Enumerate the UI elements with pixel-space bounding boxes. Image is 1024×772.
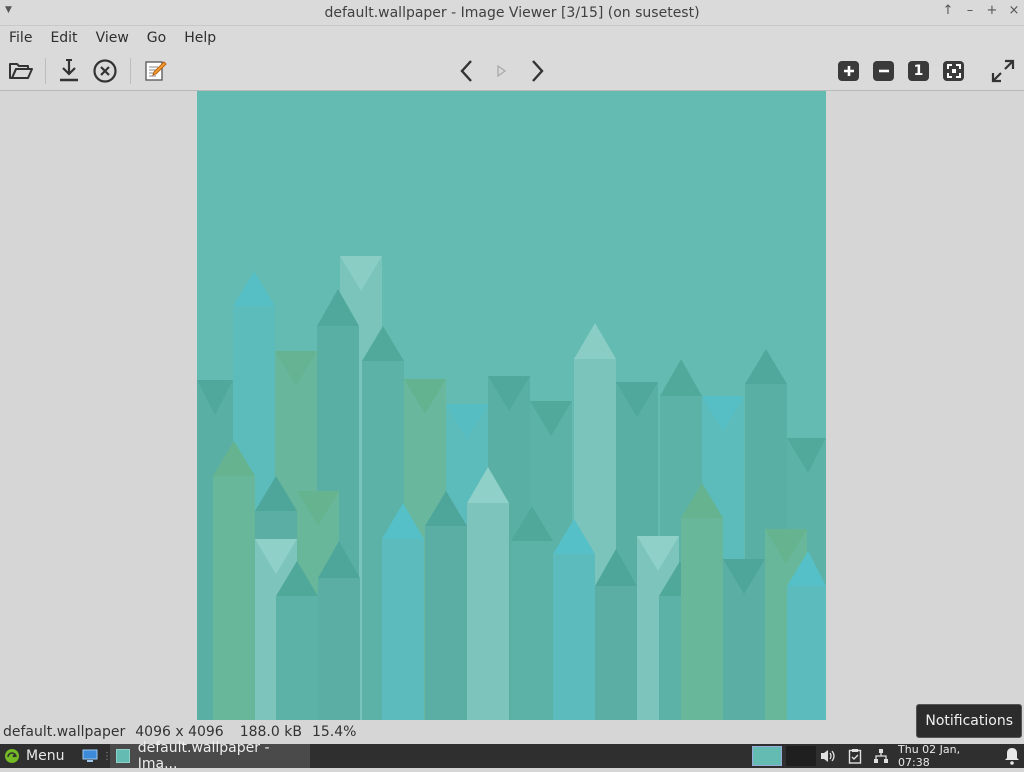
wallpaper-image bbox=[197, 91, 826, 720]
volume-icon bbox=[821, 750, 835, 762]
close-button[interactable]: × bbox=[1006, 3, 1022, 18]
fullscreen-button[interactable] bbox=[988, 56, 1018, 86]
menu-view[interactable]: View bbox=[87, 30, 138, 46]
workspace-thumbnail bbox=[752, 746, 782, 766]
zoom-in-icon bbox=[843, 66, 854, 76]
next-icon bbox=[532, 60, 544, 82]
desktop-icon bbox=[82, 749, 98, 762]
zoom-out-button[interactable] bbox=[873, 61, 894, 81]
status-zoom: 15.4% bbox=[311, 724, 357, 740]
bell-icon bbox=[1005, 748, 1019, 765]
edit-button[interactable] bbox=[140, 56, 170, 86]
close-image-icon bbox=[93, 59, 117, 83]
menu-go[interactable]: Go bbox=[138, 30, 175, 46]
open-button[interactable] bbox=[6, 56, 36, 86]
show-desktop-button[interactable] bbox=[82, 749, 98, 763]
status-filename: default.wallpaper bbox=[3, 724, 126, 740]
menu-edit[interactable]: Edit bbox=[41, 30, 86, 46]
notifications-tooltip: Notifications bbox=[916, 704, 1022, 738]
status-dimensions: 4096 x 4096 bbox=[135, 724, 224, 740]
menu-bar: File Edit View Go Help bbox=[0, 26, 1024, 50]
network-button[interactable] bbox=[871, 744, 891, 768]
toolbar-separator bbox=[45, 58, 46, 84]
zoom-out-icon bbox=[878, 69, 889, 73]
clipboard-icon bbox=[848, 749, 862, 764]
save-button[interactable] bbox=[54, 56, 84, 86]
folder-open-icon bbox=[9, 63, 33, 79]
start-menu-label: Menu bbox=[26, 748, 65, 764]
maximize-button[interactable]: + bbox=[984, 3, 1000, 18]
volume-button[interactable] bbox=[818, 744, 838, 768]
wallpaper-artwork bbox=[197, 91, 826, 720]
menu-help[interactable]: Help bbox=[175, 30, 225, 46]
opensuse-logo-icon bbox=[5, 749, 19, 763]
zoom-in-button[interactable] bbox=[838, 61, 859, 81]
taskbar-task-image-viewer[interactable]: default.wallpaper - Ima... bbox=[110, 740, 310, 772]
slideshow-icon bbox=[497, 64, 507, 78]
menu-file[interactable]: File bbox=[0, 30, 41, 46]
workspace-2[interactable] bbox=[785, 744, 817, 768]
workspace-thumbnail bbox=[786, 746, 816, 766]
network-icon bbox=[874, 749, 888, 763]
next-button[interactable] bbox=[522, 56, 552, 86]
title-bar: ▼ default.wallpaper - Image Viewer [3/15… bbox=[0, 0, 1024, 26]
zoom-fit-button[interactable] bbox=[943, 61, 964, 81]
zoom-fit-icon bbox=[946, 64, 961, 78]
edit-icon bbox=[145, 61, 167, 81]
workspace-1[interactable] bbox=[751, 744, 783, 768]
image-viewer-app-icon bbox=[116, 749, 130, 763]
notifications-button[interactable] bbox=[1002, 744, 1022, 768]
clock[interactable]: Thu 02 Jan, 07:38 bbox=[898, 743, 994, 769]
previous-icon bbox=[460, 60, 472, 82]
start-menu-button[interactable]: Menu bbox=[0, 744, 74, 768]
window-title: default.wallpaper - Image Viewer [3/15] … bbox=[324, 4, 700, 21]
pin-button[interactable]: ↑ bbox=[940, 3, 956, 18]
clipboard-button[interactable] bbox=[845, 744, 865, 768]
task-label: default.wallpaper - Ima... bbox=[137, 740, 270, 772]
window-menu-icon[interactable]: ▼ bbox=[5, 5, 12, 15]
status-filesize: 188.0 kB bbox=[239, 724, 302, 740]
close-image-button[interactable] bbox=[90, 56, 120, 86]
zoom-original-icon: 1 bbox=[913, 63, 924, 79]
previous-button[interactable] bbox=[452, 56, 482, 86]
toolbar-separator bbox=[130, 58, 131, 84]
minimize-button[interactable]: – bbox=[962, 3, 978, 18]
slideshow-button[interactable] bbox=[486, 56, 516, 86]
save-icon bbox=[60, 59, 78, 82]
fullscreen-icon bbox=[991, 59, 1015, 83]
zoom-original-button[interactable]: 1 bbox=[908, 61, 929, 81]
